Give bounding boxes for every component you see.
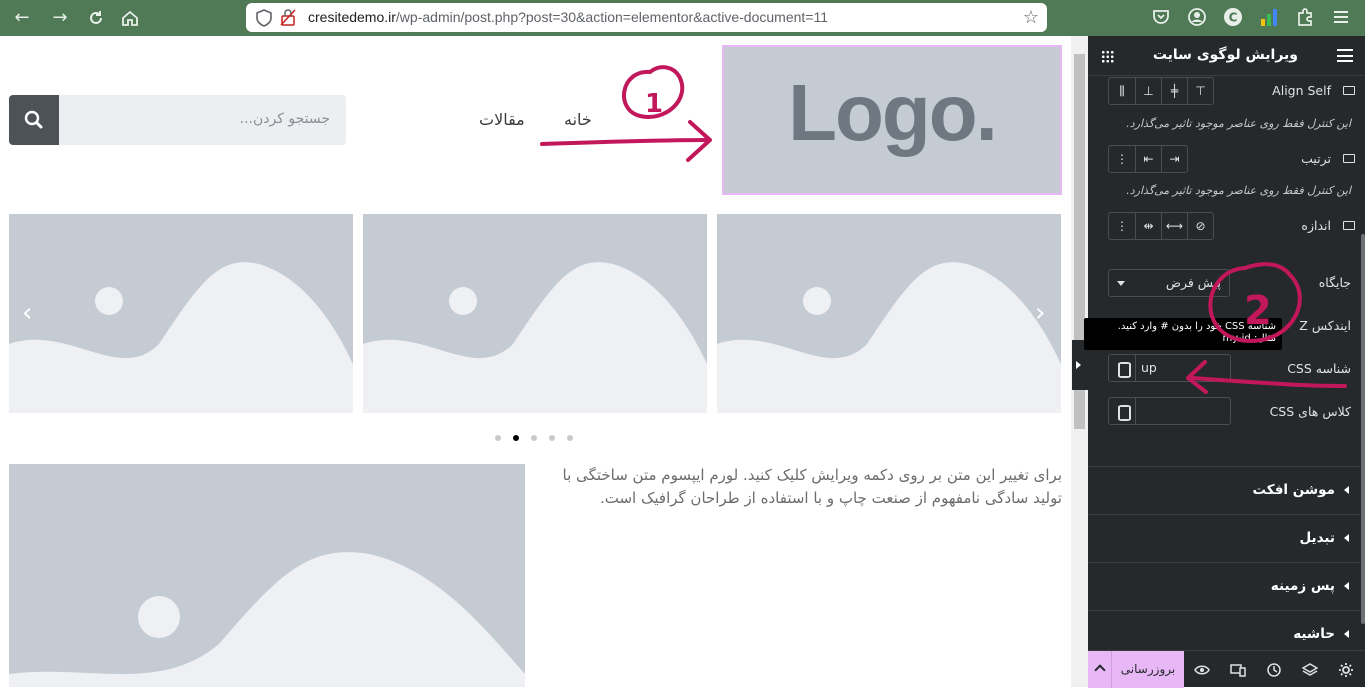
svg-text:C: C [1229,11,1238,25]
search-button[interactable] [9,95,59,145]
logo-text: Logo. [788,68,998,157]
carousel-next-icon[interactable]: › [1035,298,1045,328]
home-icon[interactable] [118,6,142,30]
update-options-button[interactable] [1088,651,1112,688]
caret-left-icon [1344,630,1349,638]
browser-toolbar: ← → cresitedemo.ir/wp-admin/post.php?pos… [0,0,1365,36]
site-logo-widget[interactable]: Logo. [722,45,1062,195]
responsive-mode-icon[interactable] [1230,662,1246,678]
carousel-slide[interactable] [717,214,1061,413]
order-first-icon[interactable]: ⇤ [1135,146,1161,172]
caret-left-icon [1344,582,1349,590]
shrink-icon[interactable]: ⇹ [1135,213,1161,239]
align-stretch-icon[interactable]: ⫼ [1109,78,1135,104]
search-icon [24,110,43,129]
control-note: این کنترل فقط روی عناصر موجود تاثیر می‌گ… [1126,184,1351,197]
hamburger-menu-icon[interactable] [1337,49,1353,62]
insecure-lock-icon[interactable] [280,8,296,26]
control-note: این کنترل فقط روی عناصر موجود تاثیر می‌گ… [1126,117,1351,130]
search-input[interactable]: جستجو کردن... [58,95,346,145]
css-id-tooltip: شناسه CSS خود را بدون # وارد کنید. مثال:… [1084,318,1282,350]
carousel-slide[interactable] [363,214,707,413]
css-classes-label: کلاس های CSS [1269,404,1351,419]
dynamic-tags-icon[interactable] [1108,354,1136,382]
back-icon[interactable]: ← [10,6,34,30]
css-classes-input[interactable] [1135,397,1231,425]
align-center-icon[interactable]: ╪ [1161,78,1187,104]
section-background[interactable]: پس زمینه [1088,562,1365,610]
carousel-dot[interactable] [495,435,501,441]
carousel-prev-icon[interactable]: ‹ [22,298,32,328]
align-self-label: Align Self [1272,83,1331,98]
none-icon[interactable]: ⊘ [1187,213,1213,239]
chevron-down-icon [1117,281,1125,286]
carousel-dot[interactable] [513,435,519,441]
grow-icon[interactable]: ⟷ [1161,213,1187,239]
history-icon[interactable] [1266,662,1282,678]
extensions-puzzle-icon[interactable] [1295,7,1315,27]
responsive-desktop-icon[interactable] [1343,154,1355,163]
more-options-icon[interactable]: ⋮ [1109,213,1135,239]
carousel-dot[interactable] [567,435,573,441]
panel-title: ویرایش لوگوی سایت [1152,47,1298,63]
update-button[interactable]: بروزرسانی [1112,651,1184,688]
position-select-value: پیش فرض [1165,275,1221,290]
elementor-panel: ویرایش لوگوی سایت Align Self ⫼ ⊥ ╪ ⊤ این کن… [1088,36,1365,687]
panel-header: ویرایش لوگوی سایت [1088,36,1365,76]
carousel-dot[interactable] [531,435,537,441]
position-label: جایگاه [1318,275,1351,290]
more-options-icon[interactable]: ⋮ [1109,146,1135,172]
nav-item-home[interactable]: خانه [564,110,592,129]
shield-icon[interactable] [256,9,272,27]
image-placeholder-icon [9,262,353,413]
url-text[interactable]: cresitedemo.ir/wp-admin/post.php?post=30… [308,9,828,25]
navigator-layers-icon[interactable] [1302,662,1318,678]
responsive-desktop-icon[interactable] [1343,221,1355,230]
order-label: ترتیب [1301,151,1331,166]
align-start-icon[interactable]: ⊤ [1187,78,1213,104]
order-last-icon[interactable]: ⇥ [1161,146,1187,172]
editor-canvas: Logo. خانه مقالات جستجو کردن... ‹ › برای… [0,36,1071,687]
css-id-label: شناسه CSS [1287,361,1351,376]
dynamic-tags-icon[interactable] [1108,397,1136,425]
stats-icon[interactable] [1259,7,1279,27]
z-index-label: ایندکس Z [1299,318,1351,333]
account-icon[interactable] [1187,7,1207,27]
address-bar[interactable]: cresitedemo.ir/wp-admin/post.php?post=30… [246,3,1047,32]
align-self-buttons: ⫼ ⊥ ╪ ⊤ [1108,77,1214,105]
responsive-desktop-icon[interactable] [1343,86,1355,95]
image-widget[interactable] [9,464,525,687]
nav-item-articles[interactable]: مقالات [479,110,525,129]
section-motion-effects[interactable]: موشن افکت [1088,466,1365,514]
caret-left-icon [1344,534,1349,542]
carousel-slide[interactable] [9,214,353,413]
settings-gear-icon[interactable] [1338,662,1354,678]
css-id-input[interactable]: up [1135,354,1231,382]
bookmark-star-icon[interactable]: ☆ [1023,7,1039,28]
section-transform[interactable]: تبدیل [1088,514,1365,562]
panel-scrollbar[interactable] [1361,234,1365,624]
widgets-grid-icon[interactable] [1101,50,1114,63]
size-label: اندازه [1301,218,1331,233]
extension-c-icon[interactable]: C [1223,7,1243,27]
position-select[interactable]: پیش فرض [1108,269,1230,297]
text-editor-widget[interactable]: برای تغییر این متن بر روی دکمه ویرایش کل… [540,464,1062,510]
image-placeholder-icon [9,552,525,687]
caret-left-icon [1344,486,1349,494]
preview-eye-icon[interactable] [1194,662,1210,678]
pocket-icon[interactable] [1151,7,1171,27]
panel-footer: بروزرسانی [1088,650,1365,688]
image-placeholder-icon [717,262,1061,413]
reload-icon[interactable] [84,6,108,30]
align-end-icon[interactable]: ⊥ [1135,78,1161,104]
carousel-dot[interactable] [549,435,555,441]
size-buttons: ⋮ ⇹ ⟷ ⊘ [1108,212,1214,240]
order-buttons: ⋮ ⇤ ⇥ [1108,145,1188,173]
image-placeholder-icon [363,262,707,413]
forward-icon[interactable]: → [48,6,72,30]
menu-icon[interactable] [1331,7,1351,27]
carousel-pagination [495,426,585,445]
